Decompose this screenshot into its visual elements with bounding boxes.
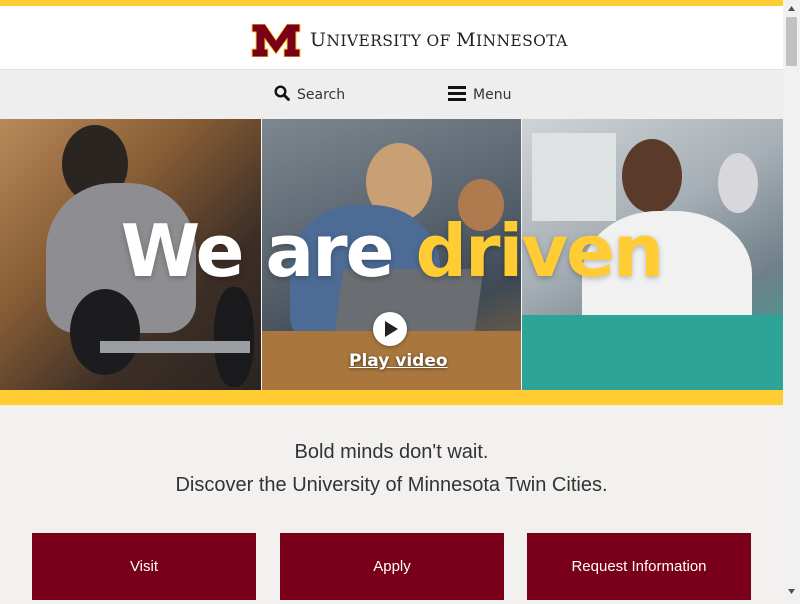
menu-button[interactable]: Menu <box>448 70 511 120</box>
search-label: Search <box>297 87 346 103</box>
hero-banner: We are driven Play video <box>0 119 783 390</box>
hamburger-icon <box>448 85 466 105</box>
university-logo-link[interactable]: UNIVERSITY OF MINNESOTA <box>251 24 568 57</box>
intro-line-2: Discover the University of Minnesota Twi… <box>175 474 608 496</box>
search-icon <box>274 85 290 105</box>
menu-label: Menu <box>473 87 512 103</box>
hero-headline: We are driven <box>120 209 664 293</box>
site-header: UNIVERSITY OF MINNESOTA <box>0 6 783 69</box>
search-button[interactable]: Search <box>274 70 345 120</box>
apply-button[interactable]: Apply <box>280 533 504 600</box>
utility-nav: Search Menu <box>0 69 783 120</box>
play-icon <box>385 321 398 337</box>
scroll-up-arrow-icon[interactable] <box>783 0 800 17</box>
intro-section: Bold minds don't wait. Discover the Univ… <box>0 405 783 600</box>
request-information-button[interactable]: Request Information <box>527 533 751 600</box>
gold-divider-bar <box>0 390 783 405</box>
university-wordmark: UNIVERSITY OF MINNESOTA <box>310 29 568 51</box>
scrollbar-thumb[interactable] <box>786 17 797 66</box>
page: UNIVERSITY OF MINNESOTA Search Menu We a… <box>0 0 783 600</box>
play-video-button[interactable] <box>373 312 407 346</box>
vertical-scrollbar[interactable] <box>783 0 800 600</box>
intro-line-1: Bold minds don't wait. <box>294 441 489 463</box>
play-video-link[interactable]: Play video <box>349 351 448 371</box>
visit-button[interactable]: Visit <box>32 533 256 600</box>
block-m-logo-icon <box>251 24 301 57</box>
scroll-down-arrow-icon[interactable] <box>783 583 800 600</box>
